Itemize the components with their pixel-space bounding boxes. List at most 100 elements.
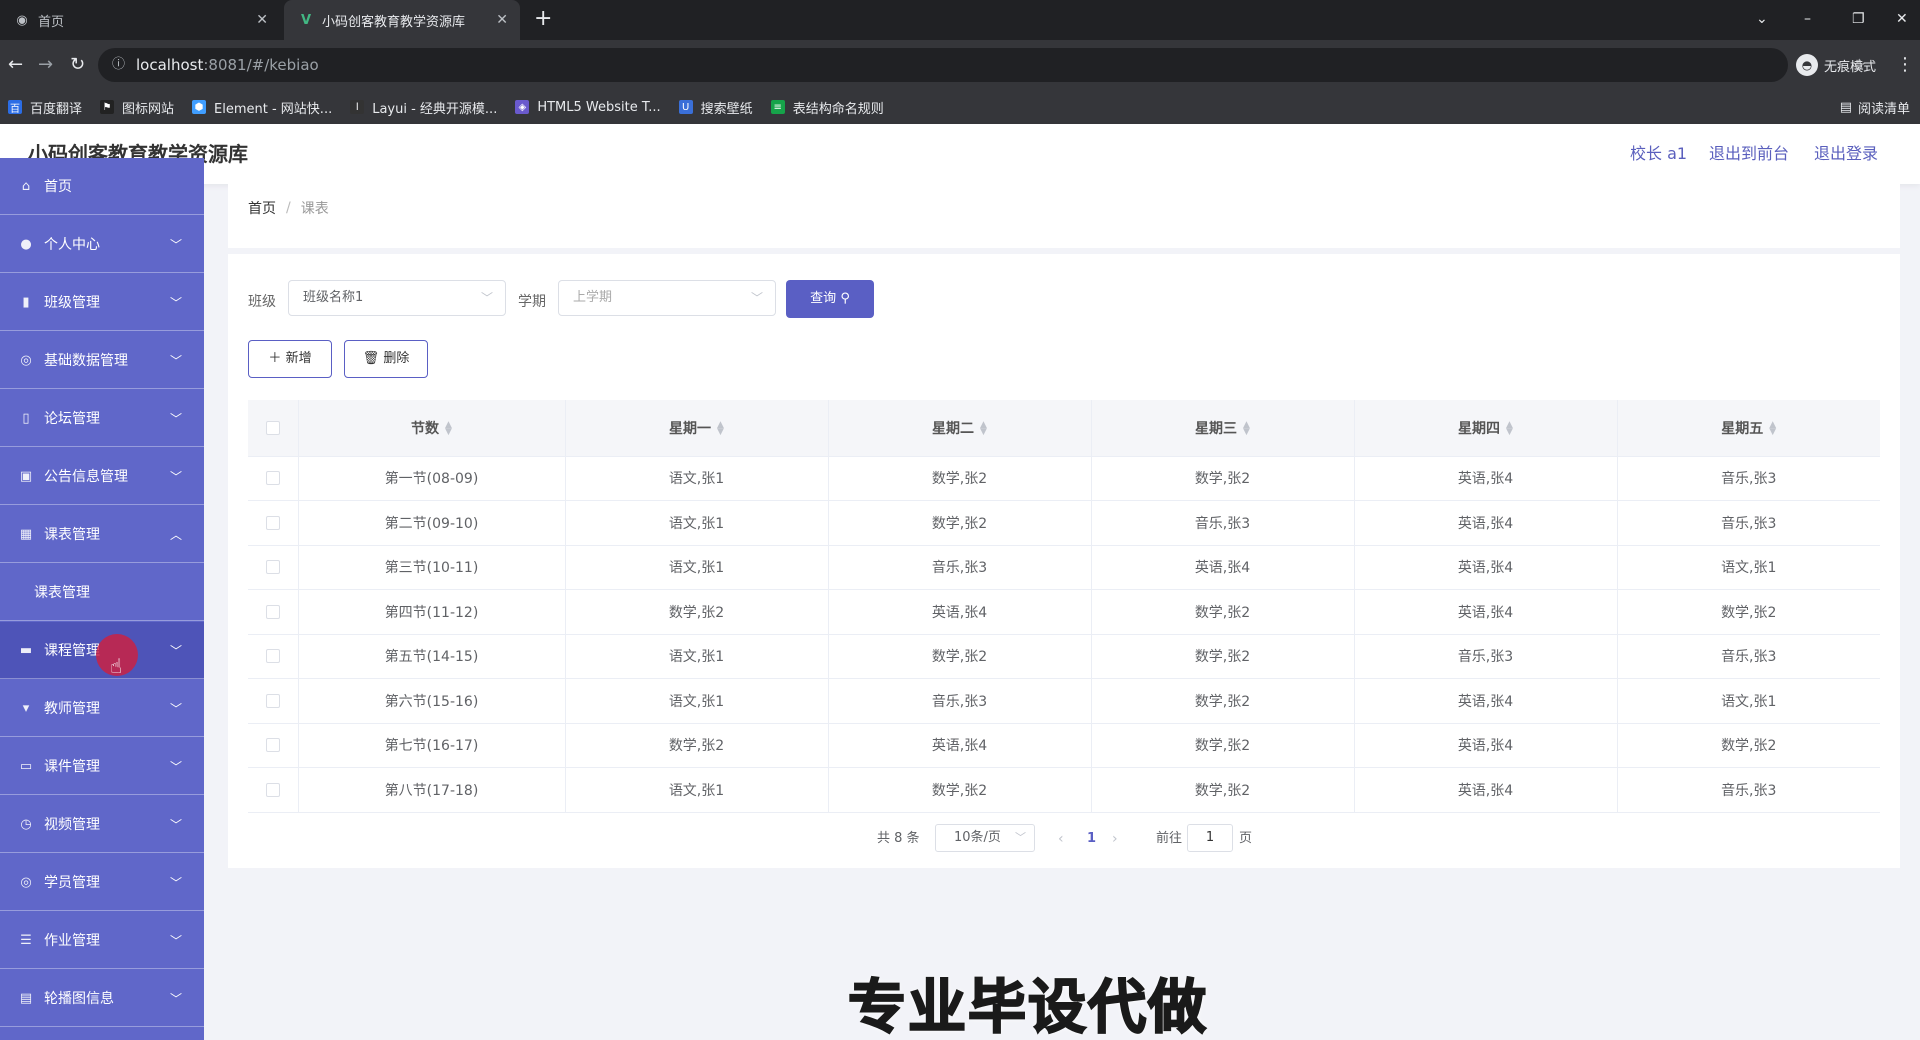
sort-icon[interactable]: ▲ ▼ <box>980 420 987 436</box>
browser-tab-active[interactable]: V 小码创客教育教学资源库 ✕ <box>284 0 520 40</box>
profile-label: 无痕模式 <box>1824 59 1877 75</box>
close-icon[interactable]: ✕ <box>256 12 268 28</box>
sidebar-item-profile[interactable]: ● 个人中心 ﹀ <box>0 216 204 273</box>
restore-icon[interactable]: ❐ <box>1852 0 1865 40</box>
tab-title: 首页 <box>38 14 65 30</box>
goto-page-input[interactable]: 1 <box>1187 824 1233 852</box>
browser-menu-icon[interactable]: ⋮ <box>1896 40 1914 90</box>
browser-tab-home[interactable]: ◉ 首页 ✕ <box>0 0 280 40</box>
sidebar-item-schedule[interactable]: ▦ 课表管理 ︿ <box>0 506 204 563</box>
table-row[interactable]: 第七节(16-17) 数学,张2 英语,张4 数学,张2 英语,张4 数学,张2 <box>248 723 1880 768</box>
bookmark-item[interactable]: ⬢ Element - 网站快... <box>192 98 332 117</box>
row-checkbox[interactable] <box>265 693 280 708</box>
table-cell: 英语,张4 <box>1354 589 1618 635</box>
term-select[interactable]: 上学期 ﹀ <box>558 280 776 316</box>
table-cell: 数学,张2 <box>565 723 829 768</box>
sidebar-item-teacher[interactable]: ▾ 教师管理 ﹀ <box>0 680 204 737</box>
table-cell: 音乐,张3 <box>1617 456 1880 501</box>
page-size-select[interactable]: 10条/页 ﹀ <box>935 824 1035 852</box>
row-checkbox[interactable] <box>265 649 280 664</box>
table-row[interactable]: 第五节(14-15) 语文,张1 数学,张2 数学,张2 音乐,张3 音乐,张3 <box>248 634 1880 679</box>
column-header[interactable]: 节数 ▲ ▼ <box>298 400 566 457</box>
table-cell: 语文,张1 <box>565 456 829 501</box>
sidebar-item-carousel[interactable]: ▤ 轮播图信息 ﹀ <box>0 970 204 1027</box>
reload-icon[interactable]: ↻ <box>70 40 85 90</box>
sort-icon[interactable]: ▲ ▼ <box>1769 420 1776 436</box>
trash-icon: 🗑 <box>362 351 380 366</box>
forward-icon[interactable]: → <box>38 40 53 90</box>
sort-icon[interactable]: ▲ ▼ <box>1243 420 1250 436</box>
table-cell: 数学,张2 <box>1091 634 1355 679</box>
column-header[interactable]: 星期二 ▲ ▼ <box>828 400 1092 457</box>
bookmark-item[interactable]: ⚑ 图标网站 <box>100 98 174 117</box>
sidebar-item-homework[interactable]: ☰ 作业管理 ﹀ <box>0 912 204 969</box>
breadcrumb-home[interactable]: 首页 <box>248 198 276 218</box>
prev-page-icon[interactable]: ‹ <box>1058 824 1064 854</box>
url-field[interactable]: ⓘ localhost:8081/#/kebiao ☆ <box>98 48 1866 82</box>
sidebar-item-basic-data[interactable]: ◎ 基础数据管理 ﹀ <box>0 332 204 389</box>
bookmark-item[interactable]: ◈ HTML5 Website T... <box>515 100 661 115</box>
sidebar-item-home[interactable]: ⌂ 首页 <box>0 158 204 215</box>
info-icon[interactable]: ⓘ <box>112 48 125 82</box>
table-cell: 语文,张1 <box>1617 545 1880 590</box>
column-header[interactable]: 星期四 ▲ ▼ <box>1354 400 1618 457</box>
submenu-item-schedule[interactable]: 课表管理 <box>0 564 204 621</box>
sidebar-item-notice[interactable]: ▣ 公告信息管理 ﹀ <box>0 448 204 505</box>
chevron-down-icon: ﹀ <box>169 991 182 1006</box>
chevron-down-icon: ﹀ <box>750 291 763 305</box>
select-all-checkbox[interactable] <box>265 420 280 435</box>
table-row[interactable]: 第六节(15-16) 语文,张1 音乐,张3 数学,张2 英语,张4 语文,张1 <box>248 678 1880 724</box>
row-checkbox[interactable] <box>265 560 280 575</box>
add-button[interactable]: ＋ 新增 <box>248 340 332 378</box>
new-tab-button[interactable]: + <box>534 0 552 40</box>
close-icon[interactable]: ✕ <box>496 12 508 28</box>
class-select[interactable]: 班级名称1 ﹀ <box>288 280 506 316</box>
table-cell: 音乐,张3 <box>1091 500 1355 546</box>
bookmark-item[interactable]: l Layui - 经典开源模... <box>350 98 497 117</box>
sort-icon[interactable]: ▲ ▼ <box>717 420 724 436</box>
table-row[interactable]: 第二节(09-10) 语文,张1 数学,张2 音乐,张3 英语,张4 音乐,张3 <box>248 500 1880 546</box>
table-cell: 英语,张4 <box>1354 723 1618 768</box>
row-checkbox[interactable] <box>265 515 280 530</box>
row-checkbox[interactable] <box>265 782 280 797</box>
sort-icon[interactable]: ▲ ▼ <box>445 420 452 436</box>
table-row[interactable]: 第四节(11-12) 数学,张2 英语,张4 数学,张2 英语,张4 数学,张2 <box>248 589 1880 635</box>
back-icon[interactable]: ← <box>8 40 23 90</box>
table-cell: 数学,张2 <box>1091 723 1355 768</box>
chart-icon: ▮ <box>22 294 30 310</box>
column-header[interactable]: 星期一 ▲ ▼ <box>565 400 829 457</box>
sidebar-item-student[interactable]: ◎ 学员管理 ﹀ <box>0 854 204 911</box>
delete-button[interactable]: 🗑 删除 <box>344 340 428 378</box>
table-row[interactable]: 第三节(10-11) 语文,张1 音乐,张3 英语,张4 英语,张4 语文,张1 <box>248 545 1880 590</box>
window-close-icon[interactable]: ✕ <box>1896 0 1908 40</box>
tab-search-icon[interactable]: ⌄ <box>1756 0 1768 40</box>
bookmark-item[interactable]: 百百度翻译 <box>8 98 82 117</box>
sidebar-item-video[interactable]: ◷ 视频管理 ﹀ <box>0 796 204 853</box>
bookmark-item[interactable]: U 搜索壁纸 <box>678 98 753 117</box>
sidebar-item-forum[interactable]: ▯ 论坛管理 ﹀ <box>0 390 204 447</box>
row-checkbox[interactable] <box>265 471 280 486</box>
profile-button[interactable]: ◓ 无痕模式 <box>1796 47 1876 83</box>
table-row[interactable]: 第一节(08-09) 语文,张1 数学,张2 数学,张2 英语,张4 音乐,张3 <box>248 456 1880 501</box>
next-page-icon[interactable]: › <box>1112 824 1118 854</box>
page-number[interactable]: 1 <box>1087 824 1096 854</box>
row-checkbox[interactable] <box>265 604 280 619</box>
table-cell: 音乐,张3 <box>1617 634 1880 679</box>
sidebar-item-courseware[interactable]: ▭ 课件管理 ﹀ <box>0 738 204 795</box>
query-button[interactable]: 查询 ⚲ <box>786 280 874 318</box>
bookmark-label: 百度翻译 <box>30 101 83 117</box>
row-checkbox[interactable] <box>265 738 280 753</box>
bookmark-item[interactable]: ≡ 表结构命名规则 <box>770 98 884 117</box>
sort-icon[interactable]: ▲ ▼ <box>1506 420 1513 436</box>
table-row[interactable]: 第八节(17-18) 语文,张1 数学,张2 数学,张2 英语,张4 音乐,张3 <box>248 767 1880 813</box>
minimize-icon[interactable]: – <box>1804 0 1811 40</box>
sidebar-item-class[interactable]: ▮ 班级管理 ﹀ <box>0 274 204 331</box>
reading-list-button[interactable]: ▤ 阅读清单 <box>1840 90 1910 124</box>
hand-cursor-icon: ☝ <box>110 654 123 678</box>
term-filter-label: 学期 <box>518 294 546 310</box>
sidebar-item-label: 学员管理 <box>44 875 100 891</box>
table-body: 第一节(08-09) 语文,张1 数学,张2 数学,张2 英语,张4 音乐,张3… <box>248 456 1880 813</box>
column-header[interactable]: 星期三 ▲ ▼ <box>1091 400 1355 457</box>
column-header[interactable]: 星期五 ▲ ▼ <box>1617 400 1880 457</box>
reading-list-icon: ▤ <box>1839 99 1852 115</box>
